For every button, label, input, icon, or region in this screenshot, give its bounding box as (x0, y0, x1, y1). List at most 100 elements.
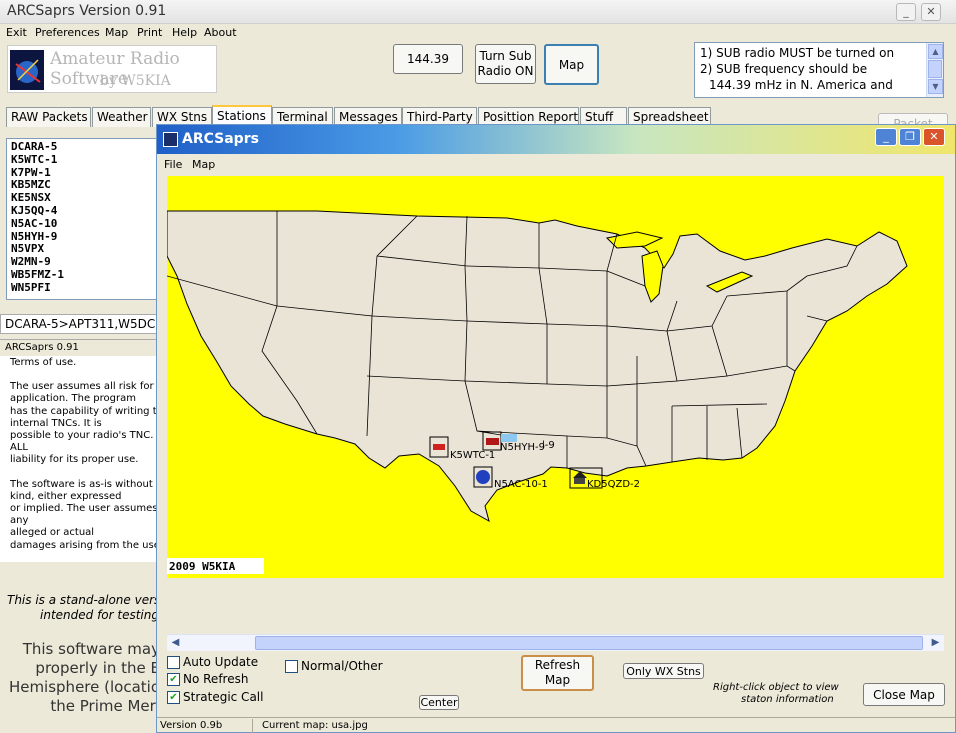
license-text: Terms of use. The user assumes all risk … (0, 356, 160, 562)
license-line: The user assumes all risk for th (10, 381, 160, 393)
normal-other-checkbox[interactable]: Normal/Other (285, 659, 383, 673)
menu-file[interactable]: File (164, 158, 182, 171)
map-button[interactable]: Map (544, 44, 599, 85)
map-close-button[interactable]: ✕ (923, 128, 945, 146)
big-note-line: Hemisphere (locatio (8, 678, 160, 696)
tab-weather[interactable]: Weather (92, 107, 151, 127)
turn-sub-line2: Radio ON (477, 64, 534, 78)
station-label: l-9 (542, 440, 555, 451)
checkbox-label: No Refresh (183, 672, 249, 686)
raw-packet-field[interactable]: DCARA-5>APT311,W5DCR (0, 314, 160, 334)
usa-map-image: K5WTC-1 N5HYH-9 l-9 N5AC-10-1 KD5QZD-2 2… (167, 210, 908, 574)
app-logo: Amateur Radio Software by W5KIA (7, 45, 217, 93)
tab-raw-packets[interactable]: RAW Packets (6, 107, 91, 127)
list-item[interactable]: WN5PFI (11, 281, 165, 295)
license-line: ALL (10, 442, 28, 454)
list-item[interactable]: WB5FMZ-1 (11, 268, 165, 282)
big-note-line: This software may (22, 640, 160, 658)
refresh-map-button[interactable]: Refresh Map (521, 655, 594, 691)
list-item[interactable]: K5WTC-1 (11, 153, 165, 167)
checkbox-box[interactable] (167, 655, 180, 669)
turn-sub-line1: Turn Sub (479, 49, 532, 63)
center-button[interactable]: Center (419, 695, 459, 710)
main-menubar: Exit Preferences Map Print Help About (0, 24, 956, 42)
strategic-call-checkbox[interactable]: ✔ Strategic Call (167, 690, 263, 704)
station-label: N5AC-10-1 (494, 479, 548, 490)
notes-box[interactable]: 1) SUB radio MUST be turned on 2) SUB fr… (694, 42, 944, 98)
license-line: The software is as-is without w (10, 478, 160, 490)
menu-help[interactable]: Help (172, 26, 197, 39)
check-icon[interactable]: ✔ (167, 690, 180, 704)
license-line: damages arising from the use o (10, 539, 160, 551)
menu-map[interactable]: Map (192, 158, 215, 171)
current-map-text: Current map: usa.jpg (262, 720, 368, 731)
big-note-line: properly in the E (35, 659, 160, 677)
license-line: possible to your radio's TNC. (10, 430, 154, 442)
hint-line: Right-click object to view (713, 682, 839, 693)
menu-print[interactable]: Print (137, 26, 162, 39)
map-horizontal-scrollbar[interactable]: ◀ ▶ (167, 634, 944, 651)
frequency-button[interactable]: 144.39 (393, 44, 463, 74)
map-status-bar: Version 0.9b Current map: usa.jpg (157, 717, 955, 733)
license-line: alleged or actual (10, 527, 95, 539)
usa-map[interactable]: K5WTC-1 N5HYH-9 l-9 N5AC-10-1 KD5QZD-2 2… (167, 176, 944, 578)
map-window: ARCSaprs _ ❐ ✕ File Map K5WTC-1 N5HYH-9 … (156, 124, 956, 733)
map-lower-area (167, 578, 944, 636)
refresh-line2: Map (544, 673, 571, 687)
menu-exit[interactable]: Exit (6, 26, 27, 39)
license-line: any (10, 515, 29, 527)
license-line: liability for its proper use. (10, 454, 139, 466)
list-item[interactable]: DCARA-5 (11, 140, 165, 154)
list-item[interactable]: N5AC-10 (11, 217, 165, 231)
scroll-left-icon[interactable]: ◀ (167, 635, 184, 651)
turn-sub-radio-button[interactable]: Turn Sub Radio ON (475, 44, 536, 84)
version-text: Version 0.9b (160, 720, 223, 731)
license-line: Terms of use. (10, 357, 77, 368)
license-line (10, 467, 160, 479)
scroll-thumb[interactable] (255, 636, 923, 650)
menu-preferences[interactable]: Preferences (35, 26, 100, 39)
no-refresh-checkbox[interactable]: ✔ No Refresh (167, 672, 248, 686)
only-wx-stns-button[interactable]: Only WX Stns (623, 663, 704, 679)
map-minimize-button[interactable]: _ (875, 128, 897, 146)
close-map-button[interactable]: Close Map (863, 683, 945, 706)
usa-landmass (167, 210, 908, 523)
note-line: 144.39 mHz in N. America and (709, 78, 893, 92)
standalone-line: intended for testing (40, 608, 159, 622)
minimize-button[interactable]: _ (896, 3, 916, 21)
notes-scrollbar[interactable]: ▲ ▼ (926, 43, 943, 97)
hint-line: staton information (741, 694, 834, 705)
big-note-line: the Prime Meri (50, 697, 160, 715)
checkbox-label: Normal/Other (301, 659, 383, 673)
check-icon[interactable]: ✔ (167, 672, 180, 686)
station-label: KD5QZD-2 (587, 479, 640, 490)
main-status-text: ARCSaprs 0.91 (0, 339, 160, 355)
checkbox-label: Auto Update (183, 655, 259, 669)
radio-logo-icon (10, 50, 44, 90)
menu-about[interactable]: About (204, 26, 237, 39)
main-title-bar: ARCSaprs Version 0.91 _ ✕ (0, 0, 956, 24)
station-label: N5HYH-9 (500, 442, 545, 453)
standalone-note: This is a stand-alone vers intended for … (7, 593, 160, 623)
logo-author: by W5KIA (100, 73, 171, 89)
license-line: has the capability of writing to (10, 405, 160, 417)
scroll-down-icon[interactable]: ▼ (928, 79, 943, 94)
map-maximize-button[interactable]: ❐ (899, 128, 921, 146)
checkbox-label: Strategic Call (183, 690, 264, 704)
app-icon (163, 132, 178, 147)
right-click-hint: Right-click object to view staton inform… (713, 682, 839, 706)
scroll-up-icon[interactable]: ▲ (928, 44, 943, 59)
list-item[interactable]: KJ5QQ-4 (11, 204, 165, 218)
license-line: internal TNCs. It is (10, 417, 102, 429)
stations-list[interactable]: DCARA-5 K5WTC-1 K7PW-1 KB5MZC KE5NSX KJ5… (6, 138, 166, 300)
map-window-title: ARCSaprs (182, 131, 259, 147)
auto-update-checkbox[interactable]: Auto Update (167, 655, 258, 669)
checkbox-box[interactable] (285, 659, 298, 673)
scroll-right-icon[interactable]: ▶ (927, 635, 944, 651)
close-button[interactable]: ✕ (921, 3, 941, 21)
map-window-title-bar[interactable]: ARCSaprs _ ❐ ✕ (157, 125, 955, 154)
station-label: K5WTC-1 (450, 450, 495, 461)
refresh-line1: Refresh (534, 658, 581, 672)
menu-map[interactable]: Map (105, 26, 128, 39)
truck-icon (486, 438, 499, 445)
